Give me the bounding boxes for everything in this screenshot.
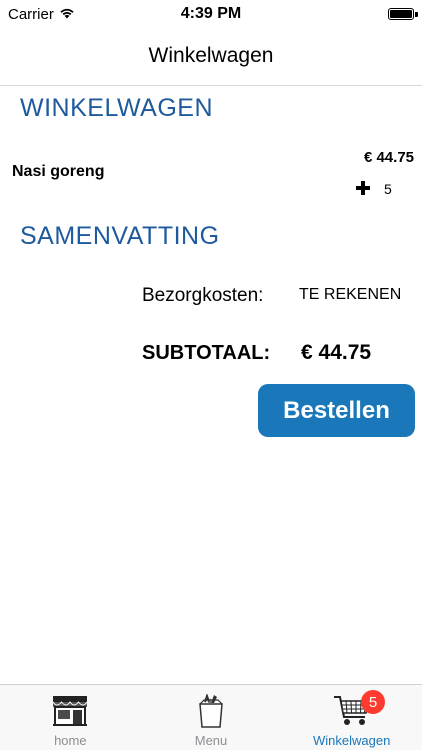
tab-home-label: home <box>54 733 87 748</box>
quantity-increase-button[interactable] <box>353 178 373 198</box>
status-bar: Carrier 4:39 PM <box>0 0 422 30</box>
tab-cart[interactable]: Winkelwagen <box>281 685 422 750</box>
tab-cart-label: Winkelwagen <box>313 733 391 748</box>
cart-item-price: € 44.75 <box>363 149 414 166</box>
subtotal-value: € 44.75 <box>301 341 372 364</box>
delivery-cost-label: Bezorgkosten: <box>142 285 264 306</box>
tab-bar: home Menu Winkelwagen <box>0 684 422 750</box>
order-button[interactable]: Bestellen <box>258 384 415 437</box>
tab-menu[interactable]: Menu <box>141 685 282 750</box>
plus-icon <box>356 181 370 195</box>
subtotal-label: SUBTOTAAL: <box>142 342 271 364</box>
cart-item-quantity: 5 <box>384 181 392 197</box>
summary-section-title: SAMENVATTING <box>20 222 220 250</box>
cart-section-title: WINKELWAGEN <box>20 94 214 122</box>
clock: 4:39 PM <box>180 5 242 22</box>
battery-icon <box>388 8 414 20</box>
page-title: Winkelwagen <box>148 44 274 67</box>
navigation-bar: Winkelwagen <box>0 30 422 86</box>
grocery-bag-icon <box>191 693 231 729</box>
cart-item-name: Nasi goreng <box>12 163 105 180</box>
cart-count-badge: 5 <box>361 690 385 714</box>
tab-home[interactable]: home <box>0 685 141 750</box>
battery-tip <box>415 12 418 17</box>
store-icon <box>50 693 90 729</box>
cart-screen: Carrier 4:39 PM Winkelwagen WINKELWAGEN … <box>0 0 422 750</box>
delivery-cost-value: TE REKENEN <box>299 286 402 303</box>
tab-menu-label: Menu <box>194 733 228 748</box>
